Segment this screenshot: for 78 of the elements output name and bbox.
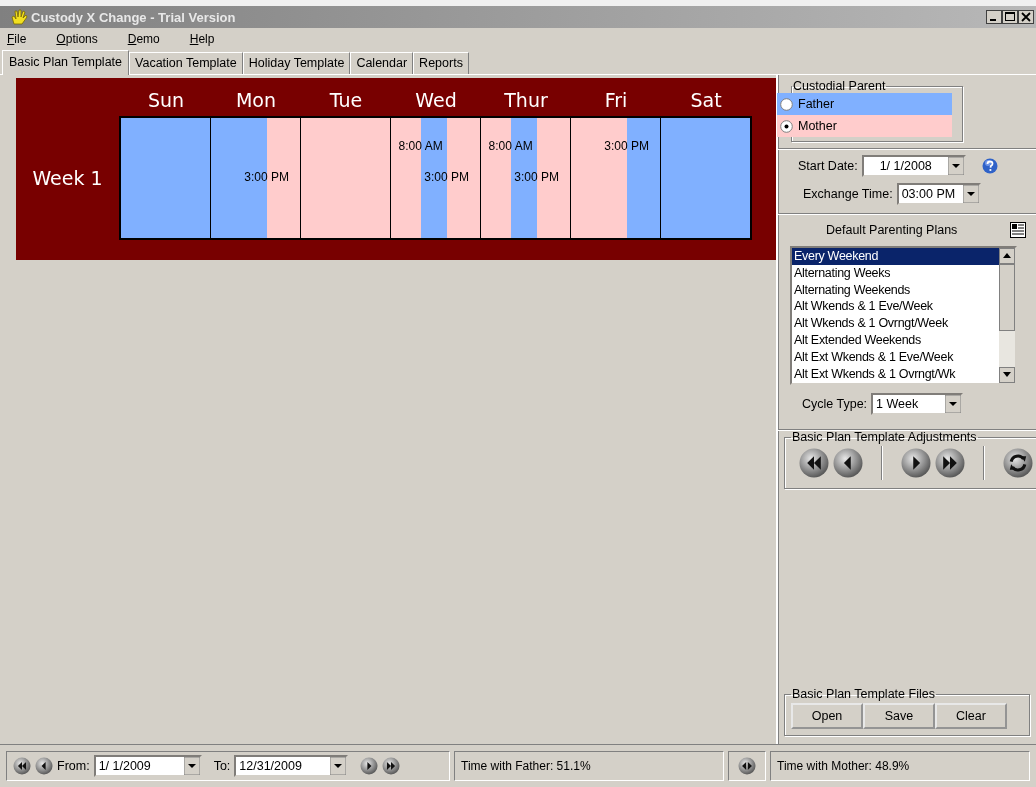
menu-item[interactable]: Options [56,32,98,46]
swap-icon[interactable] [738,757,756,775]
hand-icon [10,8,28,26]
document-icon[interactable] [1010,222,1026,238]
exchange-time: 8:00 AM [488,139,533,153]
field-label: Cycle Type: [802,397,868,411]
field-label: Start Date: [798,159,858,173]
file-button[interactable]: Clear [935,703,1007,729]
dropdown-arrow-icon[interactable] [183,757,200,775]
scrollbar[interactable] [999,248,1015,383]
day-header: Tue [328,89,364,111]
status-text: Time with Mother: 48.9% [770,751,1030,781]
dropdown-arrow-icon[interactable] [945,395,962,413]
tab[interactable]: Vacation Template [129,52,243,74]
section-title: Default Parenting Plans [826,223,958,237]
to-date-field[interactable]: 12/31/2009 [234,755,349,777]
radio-button[interactable] [780,119,793,133]
day-header: Fri [603,89,629,111]
exchange-time: 3:00 PM [424,170,469,184]
exchange-time: 3:00 PM [604,139,649,153]
radio-option[interactable]: Mother [777,115,952,137]
status-text: Time with Father: 51.1% [454,751,724,781]
list-item[interactable]: Alt Wkends & 1 Ovrngt/Week [792,315,999,332]
menu-item[interactable]: Help [189,32,215,46]
time-field[interactable]: 03:00 PM [896,183,981,205]
back-icon[interactable] [35,757,53,775]
dropdown-arrow-icon[interactable] [947,157,964,175]
skip-back-icon[interactable] [799,448,829,478]
radio-button[interactable] [780,97,793,111]
skip-forward-icon[interactable] [935,448,965,478]
list-item[interactable]: Alt Ext Wkends & 1 Eve/Week [792,348,999,366]
menu-item[interactable]: File [7,32,27,46]
help-icon[interactable] [981,158,998,174]
exchange-time: 3:00 PM [244,170,289,184]
skip-forward-icon[interactable] [382,757,401,775]
tab[interactable]: Reports [413,52,469,74]
day-header: Wed [414,89,458,111]
week-label: Week 1 [31,167,104,189]
minimize-icon[interactable] [986,10,1002,24]
dropdown-arrow-icon[interactable] [962,185,979,203]
exchange-time: 8:00 AM [398,139,443,153]
file-button[interactable]: Open [791,703,863,729]
from-date-field[interactable]: 1/ 1/2009 [93,755,202,777]
cycle-type-dropdown[interactable]: 1 Week [871,393,964,415]
list-item[interactable]: Every Weekend [792,248,999,265]
file-button[interactable]: Save [863,703,935,729]
list-item[interactable]: Alternating Weeks [792,264,999,282]
window-title: Custody X Change - Trial Version [31,9,236,25]
group-title: Basic Plan Template Adjustments [791,430,978,444]
day-header: Thur [503,89,549,111]
day-header: Mon [234,89,278,111]
list-item[interactable]: Alt Wkends & 1 Eve/Week [792,298,999,316]
tab[interactable]: Calendar [350,52,414,74]
refresh-icon[interactable] [1003,448,1033,478]
date-field[interactable]: 1/ 1/2008 [861,155,966,177]
tab[interactable]: Holiday Template [242,52,351,74]
list-item[interactable]: Alternating Weekends [792,281,999,299]
day-header: Sun [146,89,186,111]
maximize-icon[interactable] [1002,10,1018,24]
exchange-time: 3:00 PM [514,170,559,184]
list-item[interactable]: Alt Ext Wkends & 1 Ovrngt/Wk [792,365,999,383]
field-label: Exchange Time: [803,187,893,201]
forward-icon[interactable] [360,757,379,775]
menu-item[interactable]: Demo [127,32,160,46]
group-title: Custodial Parent [792,79,887,93]
list-item[interactable]: Alt Extended Weekends [792,332,999,349]
day-header: Sat [689,89,723,111]
dropdown-arrow-icon[interactable] [330,757,347,775]
forward-icon[interactable] [901,448,931,478]
field-label: From: [57,759,90,773]
skip-back-icon[interactable] [13,757,31,775]
close-icon[interactable] [1018,10,1034,24]
radio-option[interactable]: Father [777,93,952,115]
field-label: To: [213,759,231,773]
back-icon[interactable] [833,448,863,478]
tab[interactable]: Basic Plan Template [2,50,130,75]
group-title: Basic Plan Template Files [791,687,936,701]
plans-list[interactable]: Every Weekend Alternating Weeks Alternating Weekends Alt Wkends & 1 Eve/Week Alt Wkends & 1 Ovrngt/Week Alt Extended Weekends Alt Ext Wkends & 1 Eve/Week Alt Ext Wkends & 1 Ovrngt/Wk [790,246,1017,385]
